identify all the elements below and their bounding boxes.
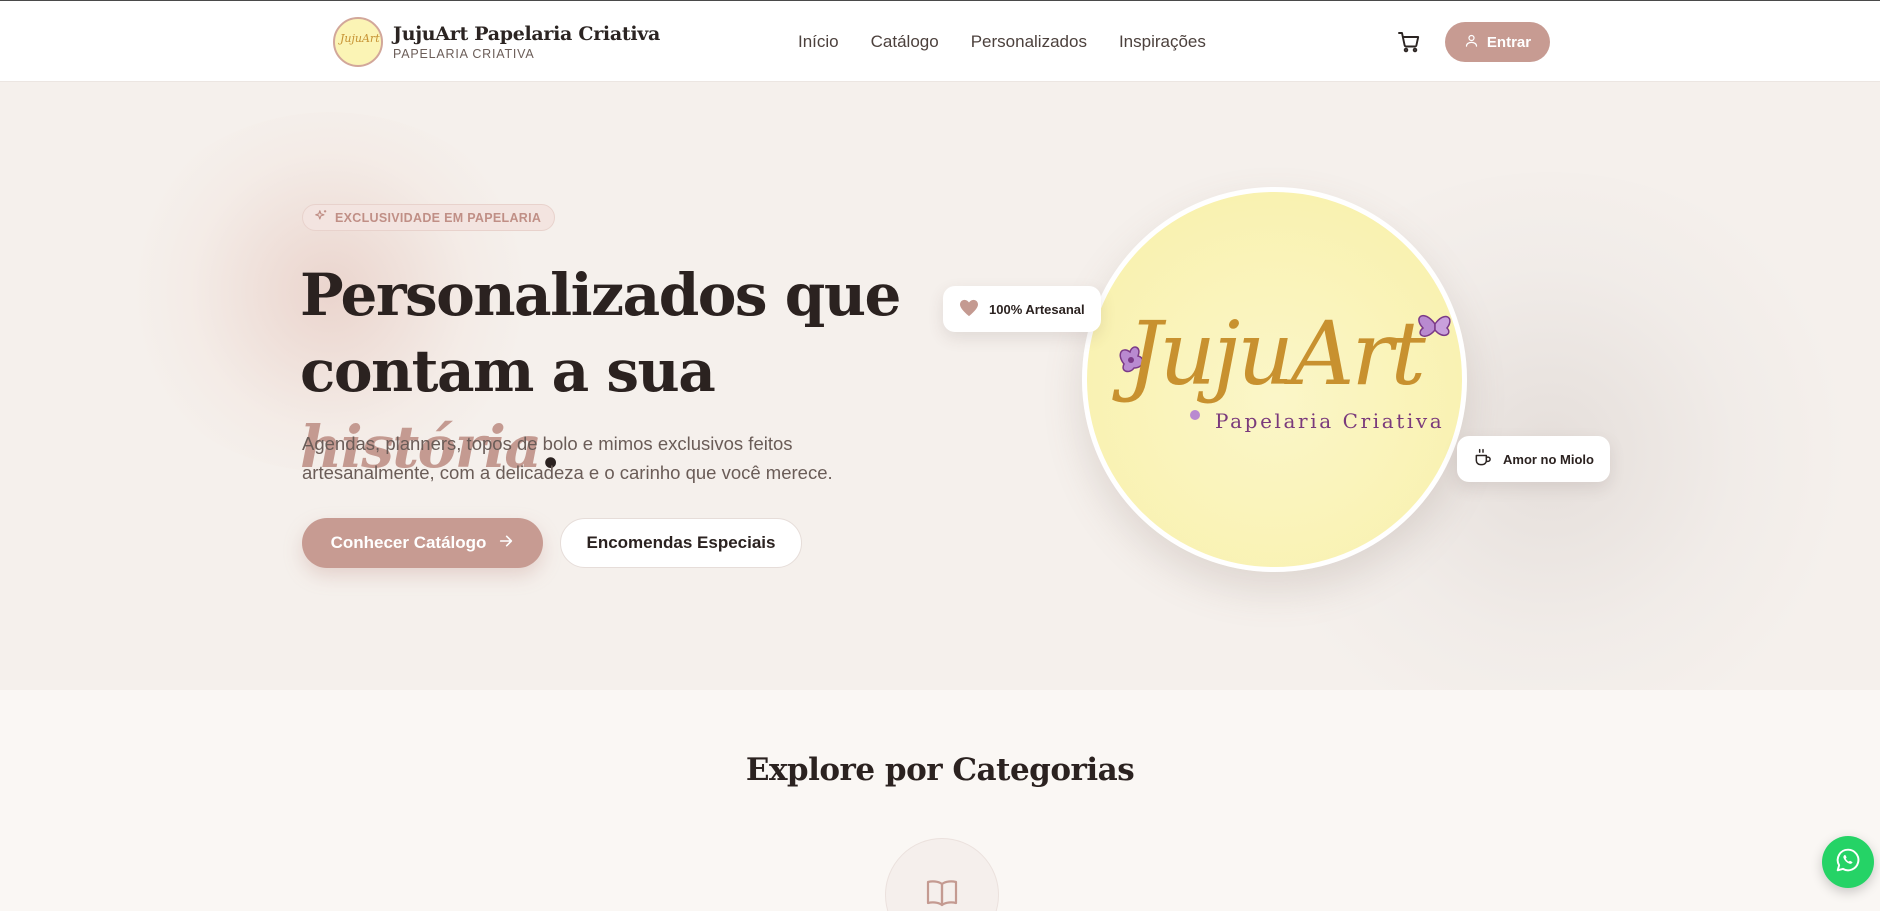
cart-icon[interactable] <box>1397 30 1421 54</box>
hero-section: EXCLUSIVIDADE EM PAPELARIA Personalizado… <box>0 82 1880 690</box>
arrow-right-icon <box>498 533 514 554</box>
sparkles-icon <box>314 209 328 226</box>
brand-logo-script: JujuArt <box>340 32 380 45</box>
hero-logo-image: JujuArt Papelaria Criativa <box>1082 187 1467 572</box>
nav-link-catalogo[interactable]: Catálogo <box>871 31 939 53</box>
category-item[interactable] <box>885 838 999 911</box>
heart-icon <box>959 299 979 320</box>
nav-link-inicio[interactable]: Início <box>798 31 839 53</box>
brand-logo: JujuArt <box>333 17 383 67</box>
whatsapp-button[interactable] <box>1822 836 1874 888</box>
hero-logo-tagline: Papelaria Criativa <box>1215 409 1444 433</box>
site-header: JujuArt JujuArt Papelaria Criativa PAPEL… <box>0 0 1880 82</box>
love-badge: Amor no Miolo <box>1457 436 1610 482</box>
nav-link-inspiracoes[interactable]: Inspirações <box>1119 31 1206 53</box>
main-nav: Início Catálogo Personalizados Inspiraçõ… <box>798 31 1206 53</box>
hero-logo-script: JujuArt <box>1112 302 1427 405</box>
whatsapp-icon <box>1835 847 1861 877</box>
user-icon <box>1464 33 1479 52</box>
butterfly-icon <box>1418 314 1451 337</box>
special-orders-button-label: Encomendas Especiais <box>586 533 776 552</box>
hero-tag: EXCLUSIVIDADE EM PAPELARIA <box>302 204 556 231</box>
brand-text: JujuArt Papelaria Criativa PAPELARIA CRI… <box>393 23 660 61</box>
catalog-button-label: Conhecer Catálogo <box>330 533 487 552</box>
brand-title: JujuArt Papelaria Criativa <box>393 23 660 45</box>
special-orders-button[interactable]: Encomendas Especiais <box>560 518 802 568</box>
hero-lead-text: Agendas, planners, topos de bolo e mimos… <box>302 433 833 483</box>
handmade-badge-label: 100% Artesanal <box>989 301 1085 317</box>
handmade-badge: 100% Artesanal <box>943 286 1101 332</box>
catalog-button[interactable]: Conhecer Catálogo <box>302 518 543 568</box>
categories-title: Explore por Categorias <box>745 752 1135 788</box>
login-button[interactable]: Entrar <box>1445 22 1550 62</box>
love-badge-label: Amor no Miolo <box>1503 451 1594 467</box>
brand-subtitle: PAPELARIA CRIATIVA <box>393 47 535 61</box>
login-button-label: Entrar <box>1486 33 1532 51</box>
nav-link-personalizados[interactable]: Personalizados <box>971 31 1087 53</box>
book-open-icon <box>926 879 958 911</box>
hero-tag-label: EXCLUSIVIDADE EM PAPELARIA <box>335 210 542 225</box>
brand[interactable]: JujuArt JujuArt Papelaria Criativa PAPEL… <box>333 17 660 67</box>
coffee-cup-icon <box>1473 448 1493 471</box>
hero-headline-text: Personalizados que contam a sua <box>300 261 901 405</box>
